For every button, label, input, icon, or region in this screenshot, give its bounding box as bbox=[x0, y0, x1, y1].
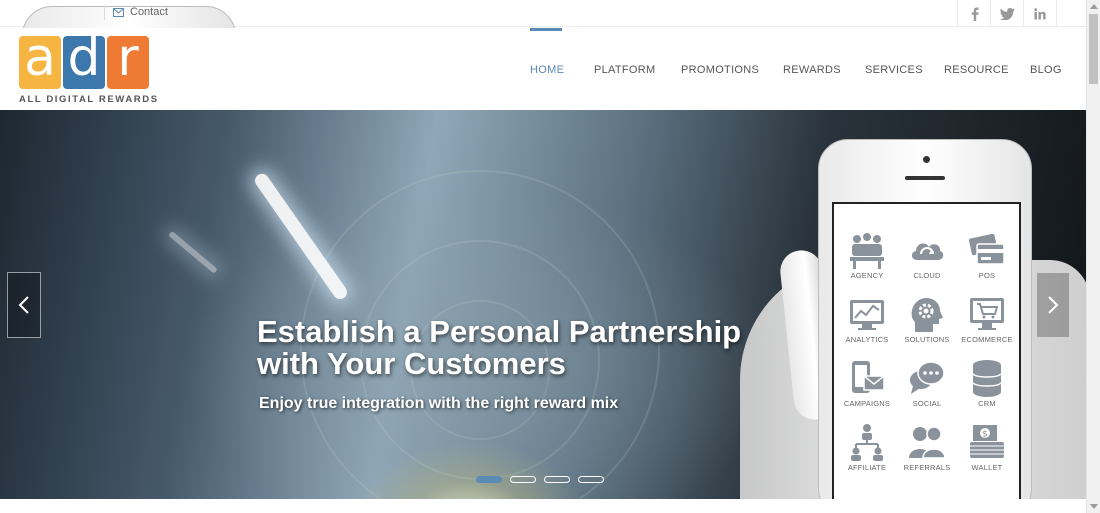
app-grid: AGENCY CLOUD POS ANALYTICS SOLUTIONS ECO… bbox=[837, 230, 1017, 472]
chevron-right-icon bbox=[1048, 296, 1059, 314]
slider-prev-button[interactable] bbox=[7, 272, 41, 338]
app-label: AFFILIATE bbox=[847, 463, 887, 472]
slider-dot-2[interactable] bbox=[510, 476, 536, 483]
app-referrals: REFERRALS bbox=[897, 422, 957, 472]
hero-title-line-2: with Your Customers bbox=[257, 346, 566, 381]
cloud-icon bbox=[911, 243, 944, 260]
app-affiliate: AFFILIATE bbox=[837, 422, 897, 472]
nav-item-home[interactable]: HOME bbox=[530, 64, 564, 76]
nav-item-services[interactable]: SERVICES bbox=[865, 64, 923, 76]
slider-dot-4[interactable] bbox=[578, 476, 604, 483]
nav-item-platform[interactable]: PLATFORM bbox=[594, 64, 655, 76]
site-header: a d r ALL DIGITAL REWARDS HOME PLATFORM … bbox=[0, 28, 1086, 110]
facebook-icon bbox=[971, 7, 979, 21]
wallet-icon: $ bbox=[970, 425, 1004, 458]
logo-tagline: ALL DIGITAL REWARDS bbox=[19, 94, 159, 105]
phone-speaker bbox=[905, 176, 945, 180]
page-scrollbar[interactable] bbox=[1086, 0, 1100, 513]
app-ecommerce: ECOMMERCE bbox=[957, 294, 1017, 344]
app-analytics: ANALYTICS bbox=[837, 294, 897, 344]
nav-active-indicator bbox=[530, 28, 562, 31]
hero-subtitle: Enjoy true integration with the right re… bbox=[259, 395, 619, 412]
facebook-link[interactable] bbox=[957, 0, 991, 27]
nav-item-blog[interactable]: BLOG bbox=[1030, 64, 1062, 76]
logo-letter-a: a bbox=[19, 32, 61, 89]
logo-letter-r: r bbox=[107, 32, 149, 89]
solutions-icon bbox=[911, 298, 943, 332]
hero-title-line-1: Establish a Personal Partnership bbox=[257, 314, 742, 349]
app-label: WALLET bbox=[971, 463, 1003, 472]
nav-item-rewards[interactable]: REWARDS bbox=[783, 64, 841, 76]
crm-icon bbox=[972, 360, 1002, 397]
phone-camera bbox=[923, 156, 930, 163]
mail-icon bbox=[113, 7, 124, 17]
logo-letter-d: d bbox=[63, 32, 105, 89]
linkedin-link[interactable] bbox=[1023, 0, 1057, 27]
app-label: POS bbox=[978, 271, 996, 280]
agency-icon bbox=[850, 233, 884, 269]
app-label: SOLUTIONS bbox=[904, 335, 950, 344]
twitter-icon bbox=[1000, 7, 1015, 20]
referrals-icon bbox=[909, 426, 946, 459]
hero-title: Establish a Personal Partnership with Yo… bbox=[257, 316, 817, 380]
app-label: ECOMMERCE bbox=[961, 335, 1013, 344]
logo-blocks: a d r bbox=[19, 32, 159, 89]
app-solutions: SOLUTIONS bbox=[897, 294, 957, 344]
app-agency: AGENCY bbox=[837, 230, 897, 280]
app-wallet: $ WALLET bbox=[957, 422, 1017, 472]
app-social: SOCIAL bbox=[897, 358, 957, 408]
social-icon bbox=[910, 361, 945, 394]
nav-item-resource[interactable]: RESOURCE bbox=[944, 64, 1009, 76]
scrollbar-thumb[interactable] bbox=[1089, 14, 1098, 84]
app-label: CLOUD bbox=[913, 271, 941, 280]
app-label: CAMPAIGNS bbox=[843, 399, 891, 408]
app-pos: POS bbox=[957, 230, 1017, 280]
campaigns-icon bbox=[852, 361, 885, 393]
app-cloud: CLOUD bbox=[897, 230, 957, 280]
slider-dot-1[interactable] bbox=[476, 476, 502, 483]
nav-item-promotions[interactable]: PROMOTIONS bbox=[681, 64, 759, 76]
twitter-link[interactable] bbox=[990, 0, 1024, 27]
chevron-left-icon bbox=[18, 296, 29, 314]
smartphone-image: AGENCY CLOUD POS ANALYTICS SOLUTIONS ECO… bbox=[818, 139, 1032, 499]
linkedin-icon bbox=[1034, 7, 1046, 20]
pos-icon bbox=[968, 233, 1005, 265]
app-crm: CRM bbox=[957, 358, 1017, 408]
tunnel-light-streak bbox=[168, 230, 218, 274]
ecommerce-icon bbox=[970, 298, 1004, 330]
analytics-icon bbox=[850, 300, 884, 330]
app-label: ANALYTICS bbox=[845, 335, 889, 344]
tunnel-light-streak bbox=[252, 170, 350, 302]
contact-link[interactable]: Contact bbox=[113, 6, 168, 18]
page-content-start bbox=[0, 499, 1086, 513]
contact-label: Contact bbox=[130, 6, 168, 18]
scroll-down-icon[interactable] bbox=[1090, 504, 1098, 509]
svg-text:$: $ bbox=[982, 430, 988, 440]
phone-screen: AGENCY CLOUD POS ANALYTICS SOLUTIONS ECO… bbox=[832, 202, 1021, 499]
slider-pagination bbox=[476, 476, 604, 483]
app-label: SOCIAL bbox=[912, 399, 942, 408]
hero-slider: AGENCY CLOUD POS ANALYTICS SOLUTIONS ECO… bbox=[0, 110, 1086, 499]
affiliate-icon bbox=[851, 424, 883, 461]
app-campaigns: CAMPAIGNS bbox=[837, 358, 897, 408]
slider-next-button[interactable] bbox=[1036, 272, 1070, 338]
app-label: REFERRALS bbox=[903, 463, 951, 472]
divider bbox=[104, 5, 105, 20]
app-label: AGENCY bbox=[850, 271, 884, 280]
top-bar: 866-415-7703 Contact bbox=[0, 0, 1086, 386]
scroll-up-icon[interactable] bbox=[1090, 4, 1098, 9]
app-label: CRM bbox=[978, 399, 996, 408]
slider-dot-3[interactable] bbox=[544, 476, 570, 483]
adr-logo[interactable]: a d r ALL DIGITAL REWARDS bbox=[19, 32, 159, 105]
